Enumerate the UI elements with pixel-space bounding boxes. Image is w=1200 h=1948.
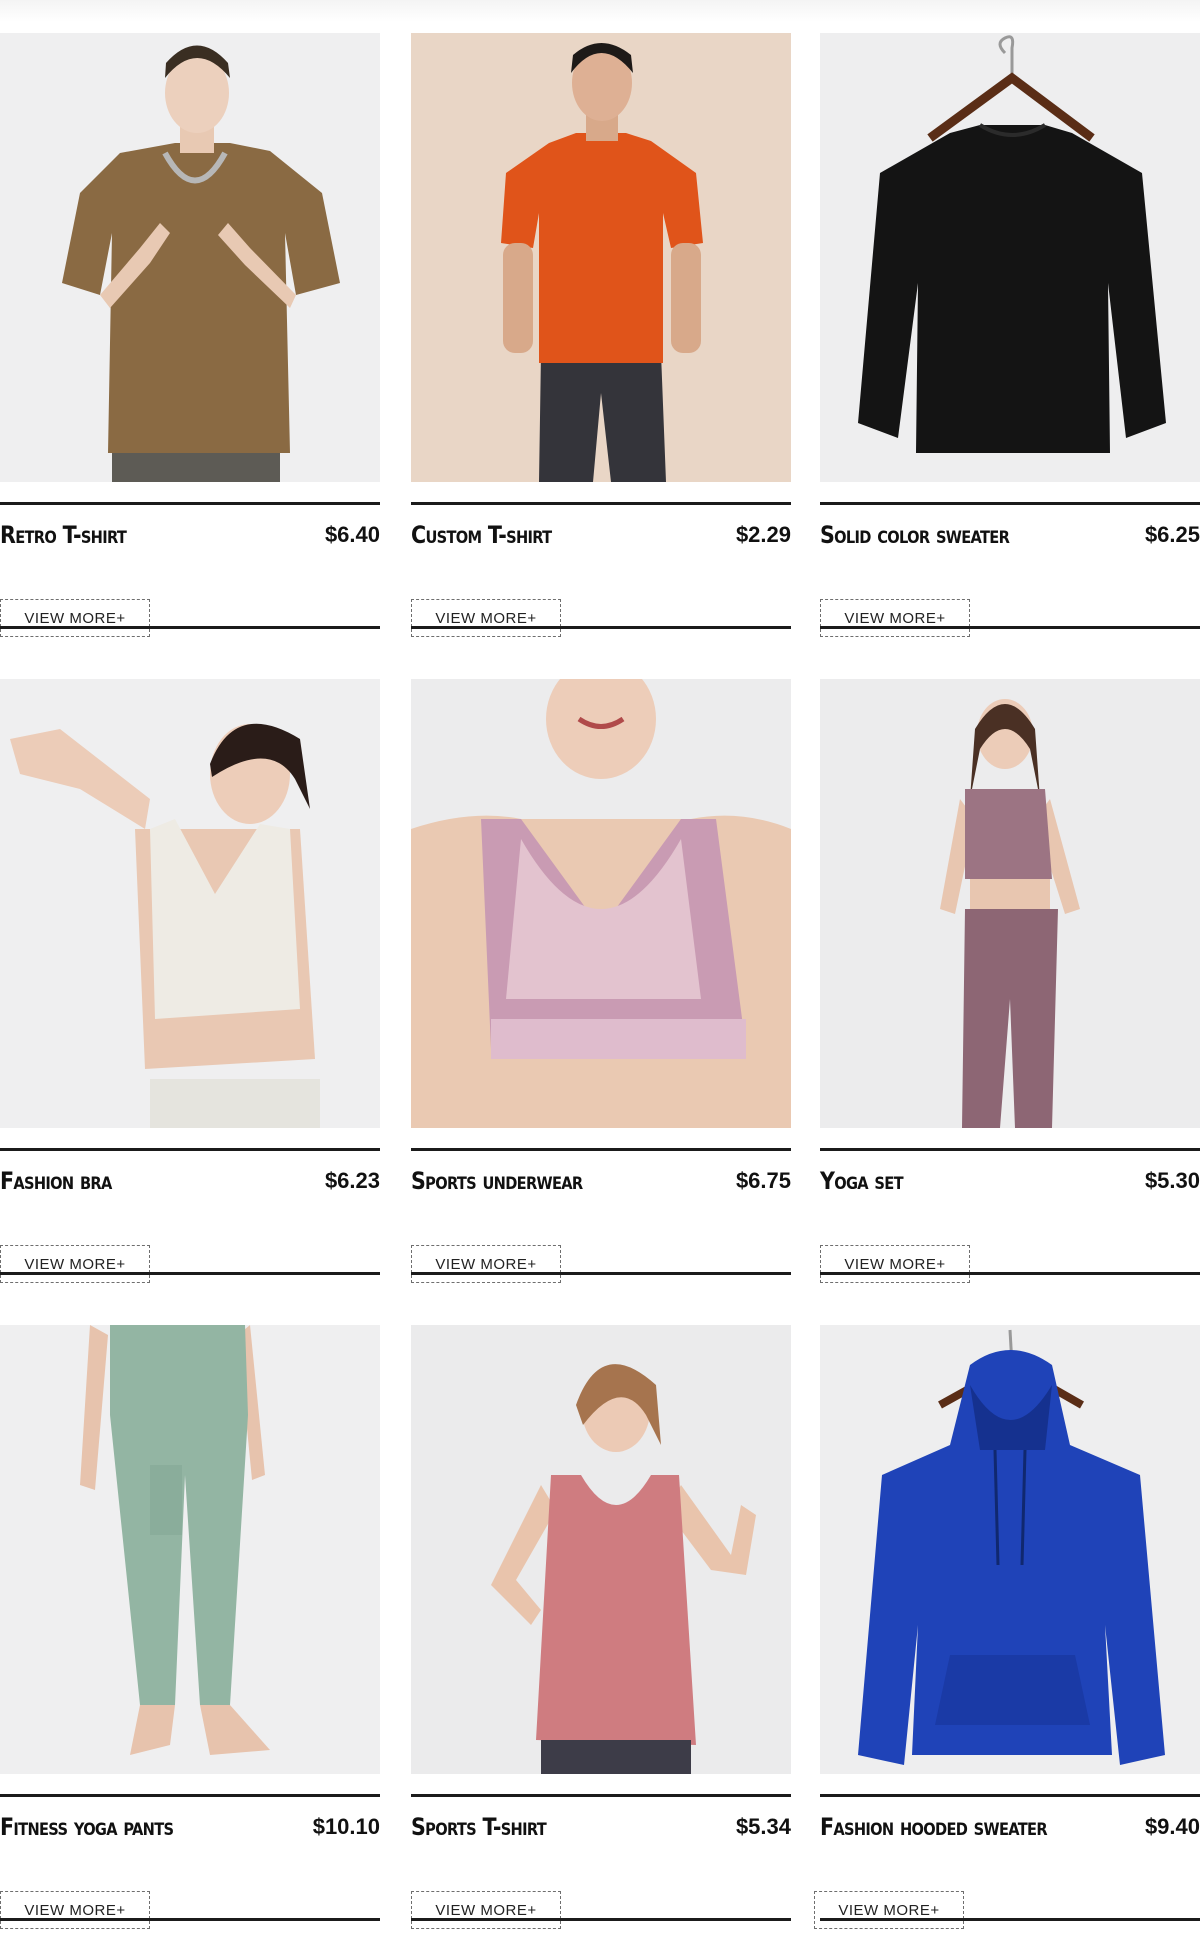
product-card-solid-sweater: Solid color sweater $6.25 VIEW MORE+ <box>820 33 1200 637</box>
product-card-sports-tshirt: Sports T-shirt $5.34 VIEW MORE+ <box>411 1325 791 1929</box>
product-name: Solid color sweater <box>820 521 1010 549</box>
card-rule-bottom <box>820 1272 1200 1275</box>
card-rule-top <box>820 502 1200 505</box>
product-grid: Retro T-shirt $6.40 VIEW MORE+ Custom T-… <box>0 0 1200 1948</box>
card-rule-top <box>0 1794 380 1797</box>
card-rule-top <box>820 1148 1200 1151</box>
view-more-button[interactable]: VIEW MORE+ <box>0 599 150 637</box>
product-card-yoga-pants: Fitness yoga pants $10.10 VIEW MORE+ <box>0 1325 380 1929</box>
product-price: $6.75 <box>735 1168 791 1193</box>
view-more-button[interactable]: VIEW MORE+ <box>411 1891 561 1929</box>
card-rule-bottom <box>0 1918 380 1921</box>
card-rule-top <box>820 1794 1200 1797</box>
card-rule-top <box>0 502 380 505</box>
view-more-button[interactable]: VIEW MORE+ <box>0 1245 150 1283</box>
product-name: Fashion bra <box>0 1167 112 1195</box>
card-rule-bottom <box>411 1918 791 1921</box>
card-rule-top <box>0 1148 380 1151</box>
fashion-bra-photo[interactable] <box>0 679 380 1128</box>
product-card-custom-tshirt: Custom T-shirt $2.29 VIEW MORE+ <box>411 33 791 637</box>
card-rule-bottom <box>820 1918 1200 1921</box>
card-rule-bottom <box>411 1272 791 1275</box>
product-name: Retro T-shirt <box>0 521 127 549</box>
hoodie-photo[interactable] <box>820 1325 1200 1774</box>
card-rule-bottom <box>0 1272 380 1275</box>
card-rule-top <box>411 502 791 505</box>
view-more-button[interactable]: VIEW MORE+ <box>820 1245 970 1283</box>
custom-tshirt-photo[interactable] <box>411 33 791 482</box>
product-name: Custom T-shirt <box>411 521 552 549</box>
product-name: Fitness yoga pants <box>0 1813 174 1841</box>
product-price: $5.30 <box>1144 1168 1200 1193</box>
view-more-button[interactable]: VIEW MORE+ <box>814 1891 964 1929</box>
product-price: $10.10 <box>312 1814 380 1839</box>
product-card-fashion-bra: Fashion bra $6.23 VIEW MORE+ <box>0 679 380 1283</box>
product-price: $6.40 <box>324 522 380 547</box>
yoga-set-photo[interactable] <box>820 679 1200 1128</box>
product-card-yoga-set: Yoga set $5.30 VIEW MORE+ <box>820 679 1200 1283</box>
product-price: $2.29 <box>735 522 791 547</box>
view-more-button[interactable]: VIEW MORE+ <box>411 599 561 637</box>
yoga-pants-photo[interactable] <box>0 1325 380 1774</box>
product-name: Yoga set <box>820 1167 904 1195</box>
card-rule-bottom <box>0 626 380 629</box>
card-rule-top <box>411 1148 791 1151</box>
solid-sweater-photo[interactable] <box>820 33 1200 482</box>
product-card-retro-tshirt: Retro T-shirt $6.40 VIEW MORE+ <box>0 33 380 637</box>
sports-underwear-photo[interactable] <box>411 679 791 1128</box>
product-price: $6.23 <box>324 1168 380 1193</box>
retro-tshirt-photo[interactable] <box>0 33 380 482</box>
product-price: $5.34 <box>735 1814 791 1839</box>
card-rule-bottom <box>820 626 1200 629</box>
card-rule-bottom <box>411 626 791 629</box>
product-name: Fashion hooded sweater <box>820 1813 1048 1841</box>
product-price: $6.25 <box>1144 522 1200 547</box>
view-more-button[interactable]: VIEW MORE+ <box>0 1891 150 1929</box>
product-name: Sports T-shirt <box>411 1813 547 1841</box>
sports-tshirt-photo[interactable] <box>411 1325 791 1774</box>
view-more-button[interactable]: VIEW MORE+ <box>411 1245 561 1283</box>
card-rule-top <box>411 1794 791 1797</box>
product-price: $9.40 <box>1144 1814 1200 1839</box>
product-name: Sports underwear <box>411 1167 583 1195</box>
product-card-hoodie: Fashion hooded sweater $9.40 VIEW MORE+ <box>814 1325 1200 1929</box>
product-card-sports-underwear: Sports underwear $6.75 VIEW MORE+ <box>411 679 791 1283</box>
view-more-button[interactable]: VIEW MORE+ <box>820 599 970 637</box>
